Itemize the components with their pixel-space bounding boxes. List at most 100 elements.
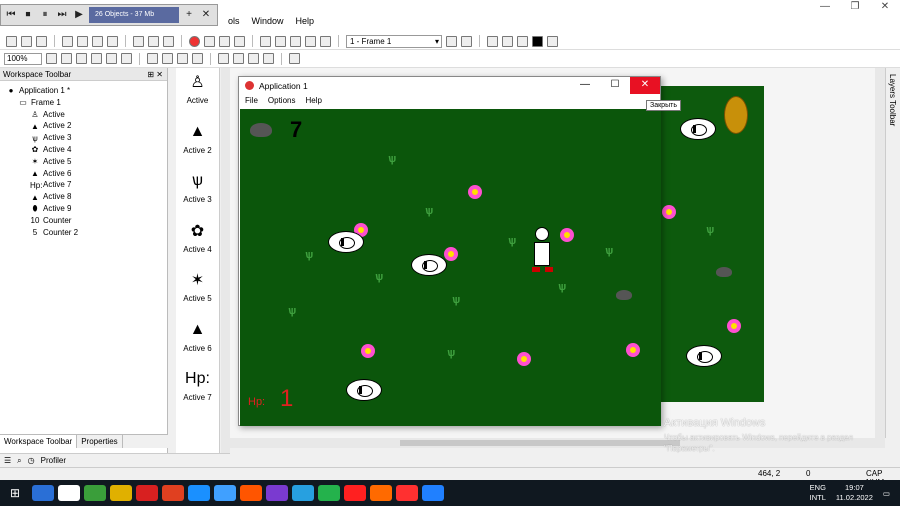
align-right-icon[interactable] — [248, 53, 259, 64]
storyboard-icon[interactable] — [219, 35, 230, 47]
enemy-sprite[interactable] — [686, 345, 722, 367]
skip-forward-icon[interactable]: ⏭ — [55, 8, 69, 22]
taskbar-app-icon[interactable] — [292, 485, 314, 501]
taskbar-app-icon[interactable] — [396, 485, 418, 501]
save-icon[interactable] — [36, 35, 47, 47]
zoom-icon[interactable] — [61, 53, 72, 64]
snap-icon[interactable] — [91, 53, 102, 64]
align-icon[interactable] — [487, 35, 498, 47]
player-body[interactable] — [534, 242, 550, 266]
new-icon[interactable] — [6, 35, 17, 47]
palette-item[interactable]: ▲ Active 6 — [176, 316, 219, 366]
align-icon[interactable] — [502, 35, 513, 47]
align-icon[interactable] — [517, 35, 528, 47]
justify-icon[interactable] — [263, 53, 274, 64]
plus-icon[interactable]: + — [182, 8, 196, 22]
enemy-sprite[interactable] — [328, 231, 364, 253]
flower-sprite[interactable] — [444, 247, 458, 261]
layout-icon[interactable] — [290, 35, 301, 47]
taskbar-app-icon[interactable] — [162, 485, 184, 501]
enemy-sprite[interactable] — [411, 254, 447, 276]
flower-sprite[interactable] — [662, 205, 676, 219]
layout-icon[interactable] — [275, 35, 286, 47]
game-playfield[interactable]: 7 ѱ ѱ ѱ ѱ ѱ ѱ ѱ ѱ ѱ ѱ Hp: 1 — [240, 109, 661, 426]
tree-item[interactable]: ♙ Active — [0, 109, 167, 121]
copy-icon[interactable] — [77, 35, 88, 47]
open-icon[interactable] — [21, 35, 32, 47]
redo-icon[interactable] — [148, 35, 159, 47]
undo-icon[interactable] — [133, 35, 144, 47]
menu-window[interactable]: Window — [252, 16, 284, 26]
tree-item[interactable]: ▲ Active 2 — [0, 120, 167, 132]
player-head[interactable] — [535, 227, 549, 241]
tree-item[interactable]: ⬮ Active 9 — [0, 203, 167, 215]
egg-sprite[interactable] — [724, 96, 748, 134]
prev-frame-icon[interactable] — [446, 35, 457, 47]
app-minimize-button[interactable]: — — [570, 77, 600, 94]
delete-icon[interactable] — [107, 35, 118, 47]
grid-icon[interactable] — [305, 35, 316, 47]
tree-item[interactable]: ▭ Frame 1 — [0, 97, 167, 109]
taskbar-app-icon[interactable] — [240, 485, 262, 501]
tree-item[interactable]: 5 Counter 2 — [0, 227, 167, 239]
pause-icon[interactable]: ⏸ — [38, 8, 52, 22]
flower-sprite[interactable] — [517, 352, 531, 366]
zoom-select[interactable]: 100% — [4, 52, 42, 65]
color-icon[interactable] — [532, 35, 543, 47]
play-icon[interactable]: ▶ — [72, 8, 86, 22]
palette-item[interactable]: Hp: Active 7 — [176, 365, 219, 415]
palette-item[interactable]: ♙ Active — [176, 68, 219, 118]
tree-item[interactable]: Hp: Active 7 — [0, 179, 167, 191]
cut-icon[interactable] — [62, 35, 73, 47]
scrollbar-thumb[interactable] — [400, 440, 680, 446]
tree-item[interactable]: ѱ Active 3 — [0, 132, 167, 144]
tree-item[interactable]: ▲ Active 6 — [0, 168, 167, 180]
frame-editor-icon[interactable] — [234, 35, 245, 47]
tree-item[interactable]: ✿ Active 4 — [0, 144, 167, 156]
pin-icon[interactable]: ⊞ ✕ — [147, 68, 163, 81]
taskbar-app-icon[interactable] — [58, 485, 80, 501]
grid-toggle-icon[interactable] — [76, 53, 87, 64]
skip-back-icon[interactable]: ⏮ — [4, 8, 18, 22]
app-close-button[interactable]: ✕ — [630, 77, 660, 94]
flower-sprite[interactable] — [727, 319, 741, 333]
taskbar-app-icon[interactable] — [214, 485, 236, 501]
next-frame-icon[interactable] — [461, 35, 472, 47]
restore-button[interactable]: ❐ — [840, 0, 870, 16]
sort-icon[interactable]: ☰ — [4, 456, 11, 465]
notification-icon[interactable]: ▭ — [883, 489, 890, 498]
taskbar-app-icon[interactable] — [370, 485, 392, 501]
flower-sprite[interactable] — [560, 228, 574, 242]
search-icon[interactable]: ⌕ — [17, 456, 21, 466]
run-frame-icon[interactable] — [204, 35, 215, 47]
stop-icon[interactable]: ⏹ — [21, 8, 35, 22]
tab-properties[interactable]: Properties — [77, 435, 123, 448]
palette-item[interactable]: ѱ Active 3 — [176, 167, 219, 217]
tree-item[interactable]: ▲ Active 8 — [0, 191, 167, 203]
language-indicator[interactable]: ENG — [810, 483, 826, 493]
taskbar-app-icon[interactable] — [344, 485, 366, 501]
taskbar-app-icon[interactable] — [188, 485, 210, 501]
app-menu-options[interactable]: Options — [268, 94, 296, 108]
profiler-label[interactable]: Profiler — [41, 456, 66, 465]
flower-sprite[interactable] — [468, 185, 482, 199]
palette-scrollbar[interactable] — [221, 68, 230, 453]
align-left-icon[interactable] — [218, 53, 229, 64]
palette-item[interactable]: ▲ Active 2 — [176, 118, 219, 168]
layers-toolbar[interactable]: Layers Toolbar — [885, 68, 900, 438]
editor-vertical-scrollbar[interactable] — [875, 68, 885, 438]
tab-workspace-toolbar[interactable]: Workspace Toolbar — [0, 435, 78, 448]
menu-help[interactable]: Help — [296, 16, 315, 26]
list-icon[interactable] — [320, 35, 331, 47]
fit-icon[interactable] — [289, 53, 300, 64]
tree-item[interactable]: 10 Counter — [0, 215, 167, 227]
paste-icon[interactable] — [92, 35, 103, 47]
close-button[interactable]: ✕ — [870, 0, 900, 16]
clock[interactable]: 19:07 11.02.2022 — [836, 483, 873, 503]
tree-item[interactable]: ✶ Active 5 — [0, 156, 167, 168]
language-layout[interactable]: INTL — [810, 493, 826, 503]
taskbar-app-icon[interactable] — [32, 485, 54, 501]
taskbar-app-icon[interactable] — [84, 485, 106, 501]
flower-sprite[interactable] — [361, 344, 375, 358]
bold-icon[interactable] — [147, 53, 158, 64]
